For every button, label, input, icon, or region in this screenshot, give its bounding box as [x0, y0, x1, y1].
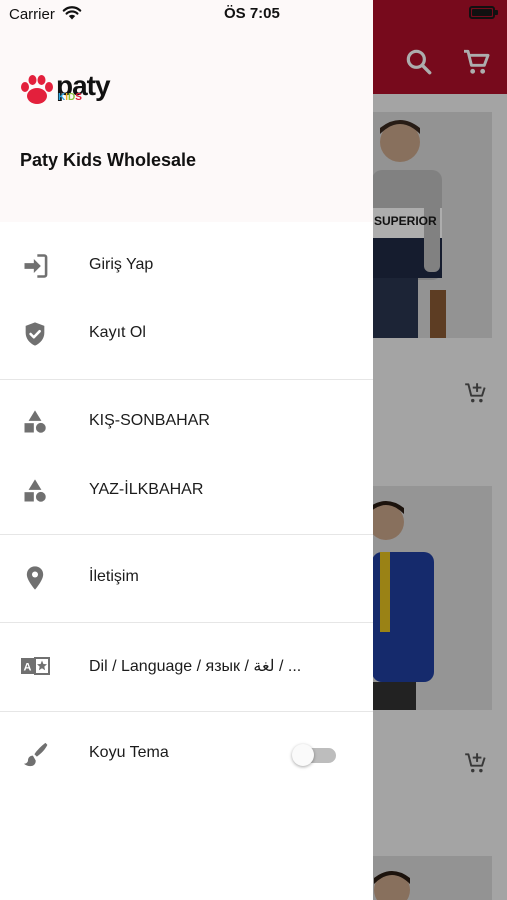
menu-item-category-spring-summer[interactable]: YAZ-İLKBAHAR	[0, 461, 373, 521]
menu-item-label: Giriş Yap	[89, 256, 154, 273]
translate-icon: A	[21, 657, 50, 675]
menu-item-label: İletişim	[89, 568, 139, 585]
login-icon	[24, 254, 48, 278]
menu-item-language[interactable]: A Dil / Language / язык / لغة / ...	[0, 636, 373, 696]
menu-item-label: KIŞ-SONBAHAR	[89, 412, 210, 429]
divider	[0, 534, 373, 535]
category-shapes-icon	[24, 479, 46, 502]
carrier-label: Carrier	[9, 6, 55, 23]
menu-item-category-autumn-winter[interactable]: KIŞ-SONBAHAR	[0, 392, 373, 452]
store-title: Paty Kids Wholesale	[20, 150, 197, 170]
shield-check-icon	[25, 322, 45, 346]
drawer-header: Carrier ÖS 7:05 paty KIDS Paty Kids Whol…	[0, 0, 373, 222]
divider	[0, 379, 373, 380]
category-shapes-icon	[24, 410, 46, 433]
svg-text:A: A	[24, 662, 32, 674]
menu-item-label: Kayıt Ol	[89, 324, 146, 341]
status-bar: Carrier ÖS 7:05	[0, 0, 373, 30]
location-pin-icon	[26, 566, 44, 590]
brand-logo: paty KIDS	[20, 70, 112, 110]
menu-item-register[interactable]: Kayıt Ol	[0, 304, 373, 364]
menu-item-login[interactable]: Giriş Yap	[0, 236, 373, 296]
divider	[0, 711, 373, 712]
clock: ÖS 7:05	[224, 5, 280, 22]
menu-item-dark-theme[interactable]: Koyu Tema	[0, 724, 373, 784]
dark-theme-toggle[interactable]	[292, 744, 338, 766]
divider	[0, 622, 373, 623]
navigation-drawer: Carrier ÖS 7:05 paty KIDS Paty Kids Whol…	[0, 0, 373, 900]
wifi-icon	[62, 6, 82, 20]
menu-item-label: Koyu Tema	[89, 744, 169, 761]
menu-item-contact[interactable]: İletişim	[0, 548, 373, 608]
menu-item-label: YAZ-İLKBAHAR	[89, 481, 204, 498]
brush-icon	[23, 742, 48, 767]
logo-subtitle: KIDS	[58, 92, 82, 103]
toggle-thumb	[292, 744, 314, 766]
paw-icon	[21, 75, 53, 104]
menu-item-label: Dil / Language / язык / لغة / ...	[89, 658, 302, 675]
